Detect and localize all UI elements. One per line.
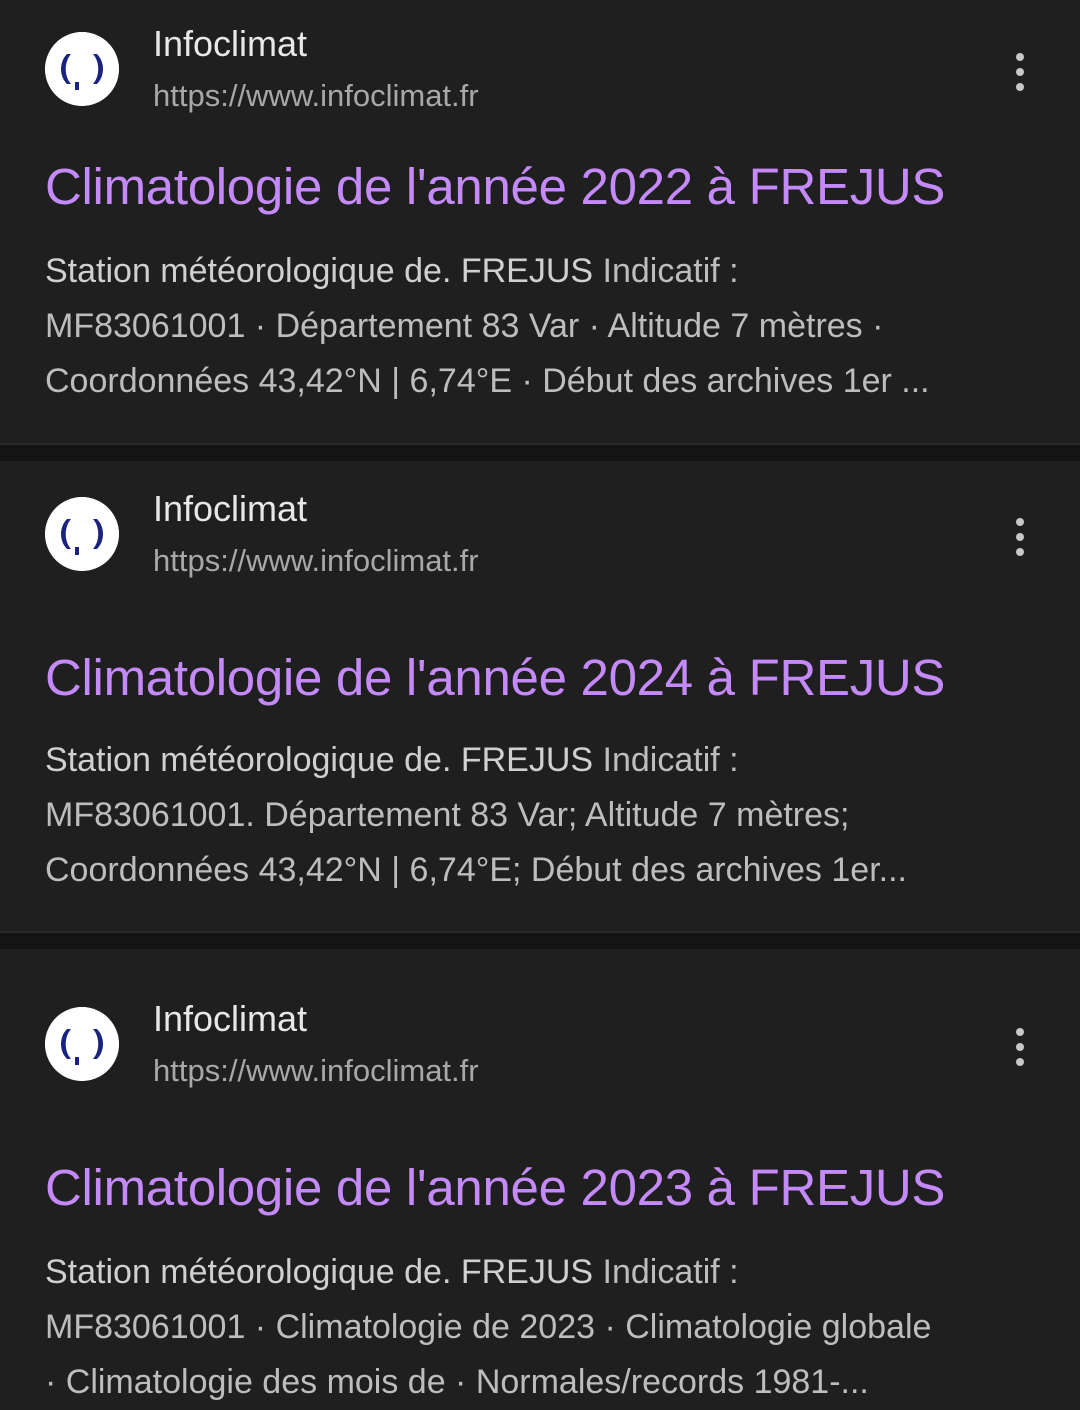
snippet-text: MF83061001 · Climatologie de 2023 · Clim… [45, 1308, 932, 1346]
menu-dot [1016, 1058, 1024, 1066]
snippet-line: Coordonnées 43,42°N | 6,74°E; Début des … [45, 843, 1045, 898]
infoclimat-logo-icon [45, 1007, 119, 1081]
more-vert-icon[interactable] [1000, 509, 1040, 565]
snippet-text: · Climatologie des mois de · Normales/re… [45, 1363, 869, 1401]
site-url: https://www.infoclimat.fr [153, 543, 479, 578]
snippet-line: MF83061001 · Climatologie de 2023 · Clim… [45, 1300, 1045, 1355]
snippet-text: Indicatif : [593, 741, 739, 779]
more-vert-icon[interactable] [1000, 44, 1040, 100]
menu-dot [1016, 533, 1024, 541]
infoclimat-logo-icon [45, 32, 119, 106]
snippet-text: MF83061001. Département 83 Var; Altitude… [45, 796, 850, 834]
menu-dot [1016, 1043, 1024, 1051]
site-name: Infoclimat [153, 23, 308, 64]
site-url: https://www.infoclimat.fr [153, 78, 479, 113]
result-snippet: Station météorologique de. FREJUS Indica… [45, 733, 1045, 898]
site-url: https://www.infoclimat.fr [153, 1053, 479, 1088]
snippet-emphasis: Station météorologique de. FREJUS [45, 252, 594, 290]
menu-dot [1016, 68, 1024, 76]
snippet-line: Coordonnées 43,42°N | 6,74°E · Début des… [45, 354, 1045, 409]
snippet-text: Indicatif : [593, 252, 739, 290]
result-snippet: Station météorologique de. FREJUS Indica… [45, 1245, 1045, 1410]
infoclimat-logo-icon [45, 497, 119, 571]
search-results: Infoclimat https://www.infoclimat.fr Cli… [0, 0, 1080, 1401]
menu-dot [1016, 518, 1024, 526]
snippet-text: Coordonnées 43,42°N | 6,74°E · Début des… [45, 362, 930, 400]
result-title-link[interactable]: Climatologie de l'année 2024 à FREJUS [45, 647, 945, 709]
site-name: Infoclimat [153, 488, 308, 529]
result-source[interactable]: Infoclimat https://www.infoclimat.fr [45, 489, 1045, 589]
snippet-line: Station météorologique de. FREJUS Indica… [45, 1245, 1045, 1300]
menu-dot [1016, 83, 1024, 91]
result-source[interactable]: Infoclimat https://www.infoclimat.fr [45, 999, 1045, 1099]
snippet-line: Station météorologique de. FREJUS Indica… [45, 733, 1045, 788]
snippet-line: MF83061001 · Département 83 Var · Altitu… [45, 299, 1045, 354]
snippet-text: Coordonnées 43,42°N | 6,74°E; Début des … [45, 851, 907, 889]
card-divider [0, 931, 1080, 949]
snippet-line: MF83061001. Département 83 Var; Altitude… [45, 788, 1045, 843]
result-title-link[interactable]: Climatologie de l'année 2023 à FREJUS [45, 1157, 945, 1219]
snippet-emphasis: Station météorologique de. FREJUS [45, 741, 594, 779]
snippet-line: · Climatologie des mois de · Normales/re… [45, 1355, 1045, 1410]
card-divider [0, 443, 1080, 461]
menu-dot [1016, 548, 1024, 556]
menu-dot [1016, 53, 1024, 61]
menu-dot [1016, 1028, 1024, 1036]
result-source[interactable]: Infoclimat https://www.infoclimat.fr [45, 24, 1045, 124]
more-vert-icon[interactable] [1000, 1019, 1040, 1075]
result-card: Infoclimat https://www.infoclimat.fr Cli… [0, 461, 1080, 931]
result-card: Infoclimat https://www.infoclimat.fr Cli… [0, 0, 1080, 443]
snippet-text: Indicatif : [593, 1253, 739, 1291]
snippet-line: Station météorologique de. FREJUS Indica… [45, 244, 1045, 299]
snippet-text: MF83061001 · Département 83 Var · Altitu… [45, 307, 884, 345]
site-name: Infoclimat [153, 998, 308, 1039]
result-card: Infoclimat https://www.infoclimat.fr Cli… [0, 949, 1080, 1401]
result-snippet: Station météorologique de. FREJUS Indica… [45, 244, 1045, 409]
snippet-emphasis: Station météorologique de. FREJUS [45, 1253, 594, 1291]
result-title-link[interactable]: Climatologie de l'année 2022 à FREJUS [45, 156, 945, 218]
